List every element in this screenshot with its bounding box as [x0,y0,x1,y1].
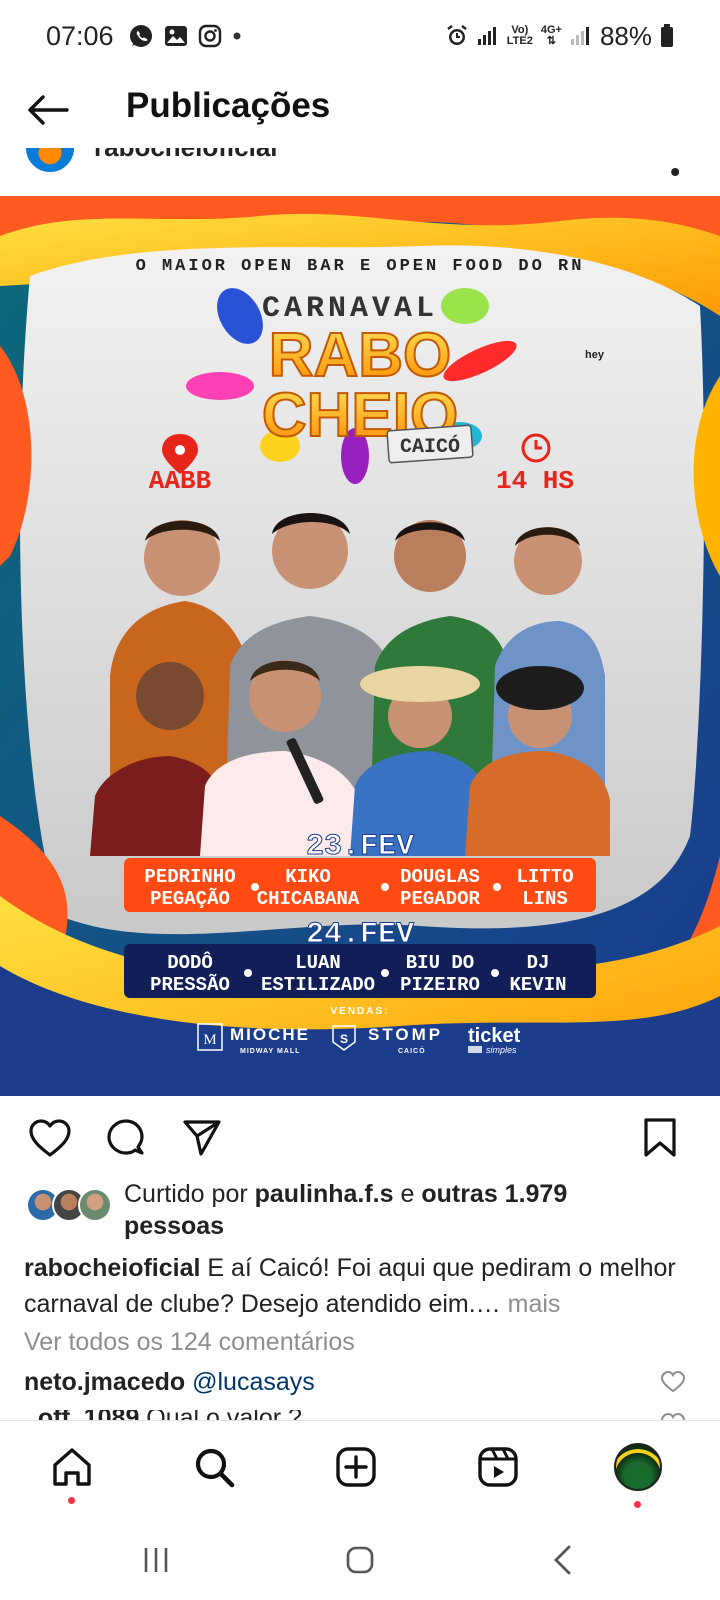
heart-icon [29,1119,71,1157]
signal-weak-icon [570,25,592,47]
comment-icon [107,1119,144,1155]
event-poster: O MAIOR OPEN BAR E OPEN FOOD DO RN CARNA… [0,196,720,1096]
status-time: 07:06 [46,20,114,51]
post-action-bar [0,1096,720,1180]
comment-item: neto.jmacedo @lucasays [24,1368,664,1397]
post-header: rabocheioficial • [0,148,720,194]
search-icon [195,1448,235,1488]
app-header: Publicações [0,72,720,148]
reels-icon [478,1447,518,1487]
ticket-logo-icon [468,1046,482,1053]
nav-search[interactable] [190,1443,238,1491]
poster-brand-tag: hey [585,349,605,361]
poster-sales-label: VENDAS: [330,1006,389,1017]
poster-location: AABB [149,466,212,496]
status-bar: 07:06 Vo) LTE2 4G+ ⇅ 88% [0,0,720,72]
liker-avatar [78,1188,112,1222]
day2-artist-3-line2: PIZEIRO [400,974,480,996]
home-notification-dot [68,1497,75,1504]
notification-dot-icon [232,31,242,41]
battery-percentage: 88% [599,20,652,51]
like-button[interactable] [26,1114,74,1162]
day2-artist-2-line1: LUAN [295,952,341,974]
comment-text[interactable]: @lucasays [192,1368,315,1396]
author-avatar[interactable] [24,148,76,174]
home-circle-icon [346,1546,374,1574]
day1-artist-3-line1: DOUGLAS [400,866,480,888]
day2-artist-2-line2: ESTILIZADO [261,974,375,996]
sponsor-1-name: MIOCHE [230,1025,310,1044]
back-system-button[interactable] [542,1540,582,1580]
nav-home[interactable] [48,1443,96,1491]
poster-time: 14 HS [496,466,574,496]
svg-text:S: S [340,1032,348,1046]
page-title: Publicações [126,86,331,125]
alarm-icon [445,24,469,48]
day1-artist-4-line2: LINS [522,888,568,910]
sponsor-3-name: ticket [468,1025,521,1047]
day1-artist-1-line2: PEGAÇÃO [150,888,230,910]
recent-apps-button[interactable] [136,1540,176,1580]
bottom-navigation [0,1420,720,1522]
day2-artist-1-line1: DODÔ [167,952,213,974]
nav-create[interactable] [332,1443,380,1491]
chevron-left-icon [554,1545,571,1575]
recent-apps-icon [144,1548,168,1572]
post-caption: rabocheioficial E aí Caicó! Foi aqui que… [24,1250,704,1322]
caption-username[interactable]: rabocheioficial [24,1254,200,1282]
sponsor-1-sub: MIDWAY MALL [240,1048,300,1055]
likes-text: Curtido por paulinha.f.s e outras 1.979 … [124,1180,568,1240]
liker-avatars [26,1188,116,1224]
whatsapp-icon [128,23,154,49]
day1-artist-3-line2: PEGADOR [400,888,480,910]
share-button[interactable] [178,1114,226,1162]
volte-icon: Vo) LTE2 [506,24,533,47]
add-post-icon [336,1447,376,1487]
likes-summary[interactable]: Curtido por paulinha.f.s e outras 1.979 … [26,1178,706,1248]
home-icon [53,1448,91,1486]
comment-like-heart-icon[interactable] [660,1370,686,1394]
caption-more-link[interactable]: mais [501,1290,561,1318]
nav-reels[interactable] [474,1443,522,1491]
system-navigation-bar [0,1522,720,1600]
sponsor-2-name: STOMP [368,1025,443,1044]
signal-icon [477,25,499,47]
arrow-left-icon [28,95,69,125]
post-image[interactable]: O MAIOR OPEN BAR E OPEN FOOD DO RN CARNA… [0,196,720,1096]
home-system-button[interactable] [340,1540,380,1580]
back-button[interactable] [26,88,70,132]
poster-title-rabo: RABO [269,321,452,390]
day1-artist-4-line1: LITTO [516,866,573,888]
gallery-icon [164,25,188,47]
bookmark-icon [644,1118,676,1157]
profile-avatar [614,1443,662,1491]
day2-artist-3-line1: BIU DO [406,952,474,974]
author-username[interactable]: rabocheioficial [94,148,278,163]
view-all-comments-link[interactable]: Ver todos os 124 comentários [24,1328,355,1357]
more-options-button[interactable]: • [670,156,680,188]
battery-icon [660,24,674,48]
day1-artist-1-line1: PEDRINHO [144,866,235,888]
poster-city: CAICÓ [400,435,460,459]
day2-artist-4-line1: DJ [527,952,550,974]
sponsor-2-sub: CAICÓ [398,1046,426,1055]
poster-tagline: O MAIOR OPEN BAR E OPEN FOOD DO RN [136,257,585,276]
comment-username[interactable]: neto.jmacedo [24,1368,185,1396]
day1-artist-2-line2: CHICABANA [257,888,360,910]
svg-text:M: M [203,1032,216,1048]
profile-notification-dot [634,1501,641,1508]
nav-profile[interactable] [614,1443,662,1491]
liker-username[interactable]: paulinha.f.s [255,1180,394,1208]
network-4g-icon: 4G+ ⇅ [540,24,562,47]
day1-artist-2-line1: KIKO [285,866,331,888]
save-button[interactable] [636,1114,684,1162]
send-icon [183,1120,221,1156]
sponsor-3-sub: simples [486,1045,517,1055]
instagram-notification-icon [198,24,222,48]
comment-button[interactable] [102,1114,150,1162]
day2-artist-1-line2: PRESSÃO [150,974,230,996]
day2-artist-4-line2: KEVIN [509,974,566,996]
likes-count[interactable]: outras 1.979 [421,1180,567,1208]
